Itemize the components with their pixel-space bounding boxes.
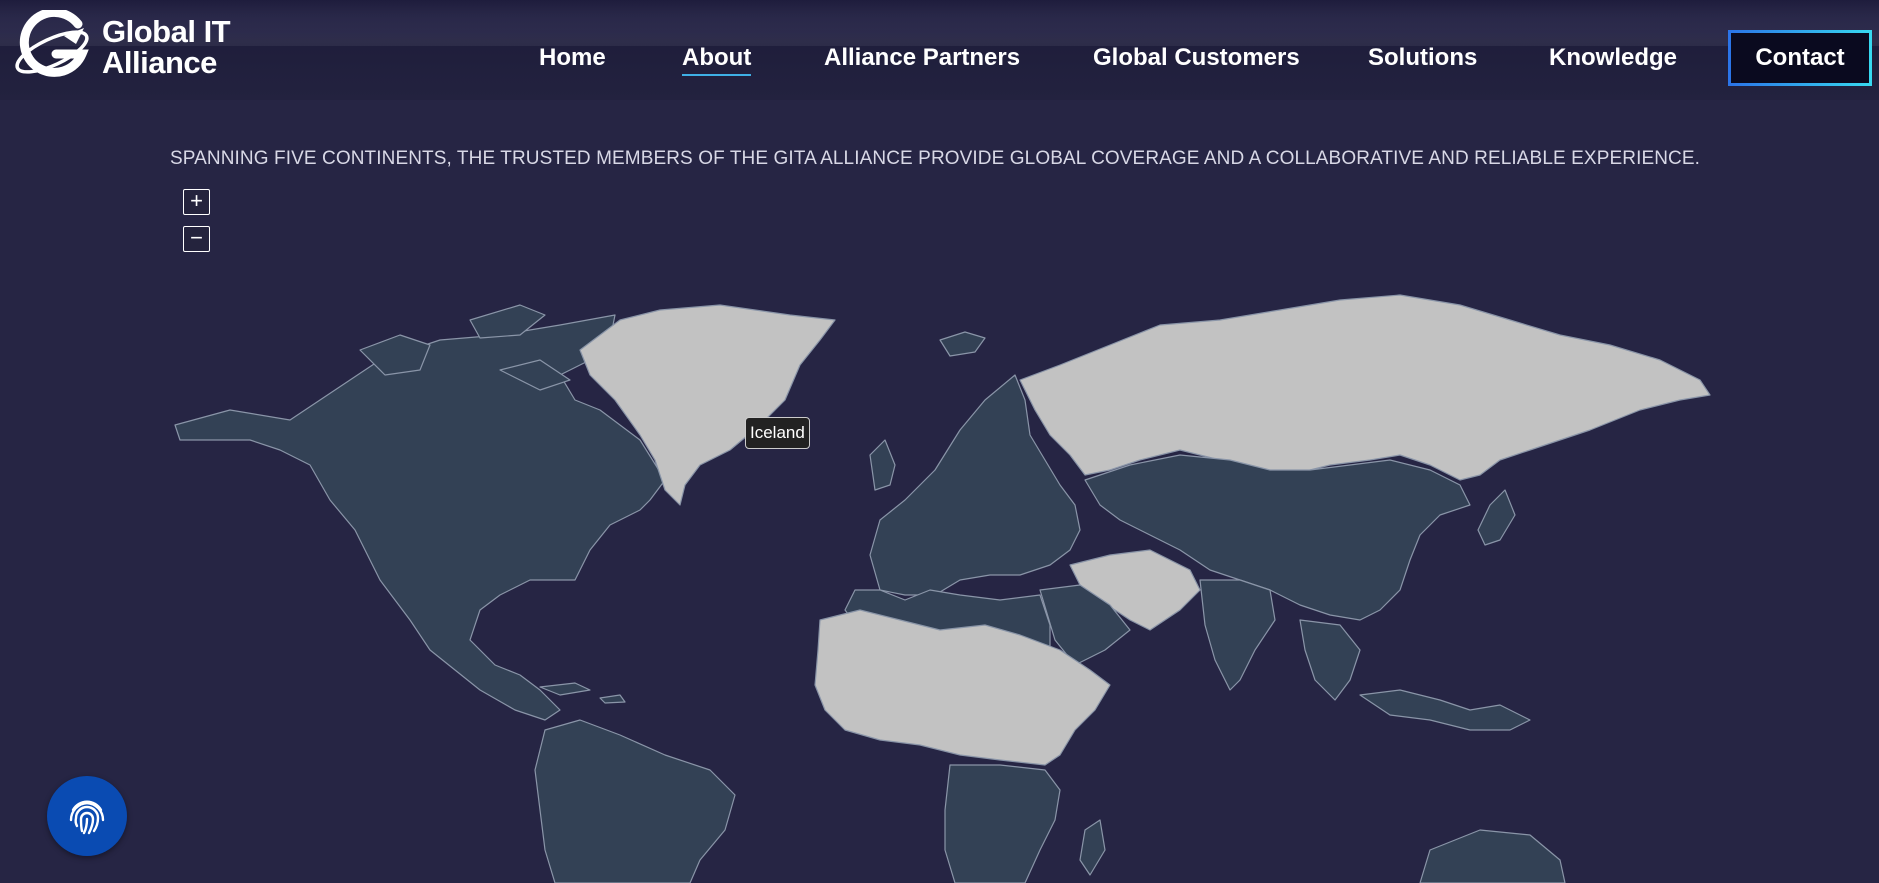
map-tooltip: Iceland — [745, 417, 810, 449]
nav-global-customers[interactable]: Global Customers — [1093, 44, 1300, 72]
nav-alliance-partners[interactable]: Alliance Partners — [824, 44, 1020, 72]
zoom-out-button[interactable]: − — [183, 226, 210, 252]
nav-home[interactable]: Home — [539, 44, 606, 72]
map-region-japan[interactable] — [1477, 489, 1516, 546]
logo-line-1: Global IT — [102, 14, 231, 49]
map-region-south-america[interactable] — [534, 719, 736, 883]
map-region-uk[interactable] — [869, 439, 896, 491]
nav-solutions[interactable]: Solutions — [1368, 44, 1477, 72]
page-tagline: SPANNING FIVE CONTINENTS, THE TRUSTED ME… — [170, 148, 1701, 169]
map-region-russia[interactable] — [1019, 294, 1711, 481]
contact-button[interactable]: Contact — [1728, 30, 1872, 86]
map-region-madagascar[interactable] — [1079, 819, 1106, 876]
accessibility-button[interactable] — [47, 776, 127, 856]
nav-knowledge[interactable]: Knowledge — [1549, 44, 1677, 72]
site-logo[interactable]: Global IT Alliance — [14, 10, 244, 82]
globe-g-logo-icon — [15, 10, 89, 77]
site-header: Global IT Alliance Home About Alliance P… — [0, 0, 1879, 100]
map-region-caribbean[interactable] — [539, 682, 626, 704]
map-region-southern-africa[interactable] — [944, 764, 1061, 883]
map-region-india[interactable] — [1199, 579, 1276, 691]
fingerprint-icon — [69, 800, 105, 835]
zoom-in-button[interactable]: + — [183, 189, 210, 215]
map-region-iceland[interactable] — [939, 331, 986, 357]
logo-line-2: Alliance — [102, 45, 217, 80]
map-region-southeast-asia[interactable] — [1299, 619, 1531, 731]
map-region-australia[interactable] — [1419, 829, 1566, 883]
world-map[interactable] — [0, 290, 1879, 883]
logo-text: Global IT Alliance — [102, 14, 231, 80]
nav-about[interactable]: About — [682, 44, 752, 76]
